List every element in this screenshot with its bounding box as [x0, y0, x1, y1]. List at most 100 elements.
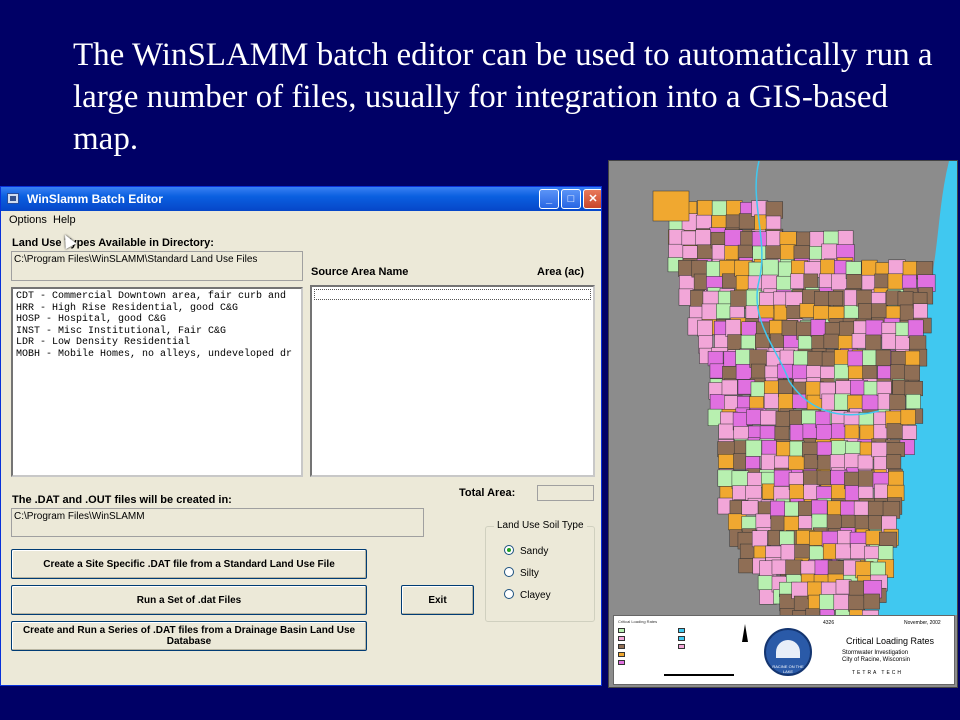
land-use-list[interactable]: CDT - Commercial Downtown area, fair cur… — [11, 287, 303, 477]
map-parcel — [850, 543, 867, 559]
logo-text: RACINE ON THE LAKE — [772, 664, 804, 674]
map-parcel — [828, 291, 844, 306]
window-title: WinSlamm Batch Editor — [27, 192, 163, 206]
radio-clayey[interactable]: Clayey — [504, 589, 551, 601]
output-path: C:\Program Files\WinSLAMM — [11, 508, 424, 537]
radio-silty[interactable]: Silty — [504, 567, 539, 579]
maximize-button[interactable]: □ — [561, 189, 581, 209]
map-parcel — [697, 319, 713, 337]
radio-sandy[interactable]: Sandy — [504, 545, 548, 557]
source-area-name-header: Source Area Name — [311, 266, 409, 278]
map-parcel — [837, 230, 854, 246]
legend-title: Critical Loading Rates — [618, 619, 658, 624]
map-parcel — [693, 273, 709, 292]
map-subtitle-line-1: Stormwater Investigation — [842, 650, 909, 656]
legend-swatch — [678, 628, 685, 633]
map-parcel — [813, 305, 830, 322]
map-parcel — [837, 530, 852, 546]
map-parcel — [745, 439, 762, 457]
radio-sandy-label: Sandy — [520, 546, 549, 557]
map-parcel — [741, 321, 757, 337]
map-parcel — [887, 273, 905, 290]
legend-swatch — [678, 636, 685, 641]
map-parcel — [904, 364, 920, 382]
output-label: The .DAT and .OUT files will be created … — [12, 494, 232, 506]
map-parcel — [863, 593, 880, 610]
map-parcel — [857, 454, 874, 470]
map-parcel — [761, 440, 777, 455]
map-parcel — [820, 259, 835, 275]
land-use-item[interactable]: CDT - Commercial Downtown area, fair cur… — [16, 291, 298, 303]
racine-logo-icon: RACINE ON THE LAKE — [764, 628, 812, 676]
run-set-button[interactable]: Run a Set of .dat Files — [11, 585, 367, 615]
legend-swatch — [678, 644, 685, 649]
map-parcel — [889, 394, 906, 412]
map-parcel — [652, 190, 690, 222]
focus-row — [314, 289, 591, 300]
map-parcel — [907, 319, 924, 339]
total-area-label: Total Area: — [459, 487, 516, 499]
menu-options[interactable]: Options — [9, 214, 47, 226]
menu-help[interactable]: Help — [53, 214, 76, 226]
map-parcel — [751, 200, 769, 217]
land-use-item[interactable]: HOSP - Hospital, good C&G — [16, 314, 298, 326]
map-parcel — [765, 215, 782, 231]
map-parcel — [816, 424, 833, 441]
create-run-series-button[interactable]: Create and Run a Series of .DAT files fr… — [11, 621, 367, 651]
map-parcel — [725, 319, 741, 337]
map-parcel — [865, 334, 882, 352]
map-legend-panel: Critical Loading Rates RACINE ON THE LAK… — [613, 615, 955, 685]
source-area-list[interactable] — [310, 285, 595, 477]
slide-title: The WinSLAMM batch editor can be used to… — [73, 37, 933, 157]
map-parcel — [679, 275, 696, 291]
radio-unchecked-icon — [504, 589, 514, 599]
land-use-item[interactable]: HRR - High Rise Residential, good C&G — [16, 303, 298, 315]
map-parcel — [702, 290, 720, 306]
radio-silty-label: Silty — [520, 568, 539, 579]
map-parcel — [771, 559, 788, 575]
menu-bar: Options Help — [1, 211, 601, 229]
map-parcel — [904, 381, 923, 397]
map-parcel — [847, 350, 865, 368]
map-parcel — [783, 516, 801, 533]
map-subtitle-line-2: City of Racine, Wisconsin — [842, 657, 911, 663]
map-parcel — [737, 244, 754, 260]
radio-unchecked-icon — [504, 567, 514, 577]
map-parcel — [695, 229, 711, 246]
map-parcel — [847, 394, 865, 410]
land-use-item[interactable]: INST - Misc Institutional, Fair C&G — [16, 326, 298, 338]
map-parcel — [900, 409, 916, 425]
map-parcel — [751, 530, 768, 548]
map-parcel — [886, 423, 904, 439]
map-parcel — [792, 364, 808, 380]
close-button[interactable]: ✕ — [583, 189, 601, 209]
soil-type-caption: Land Use Soil Type — [494, 520, 587, 531]
map-parcel — [757, 575, 774, 591]
map-parcel — [718, 423, 735, 440]
land-use-item[interactable]: LDR - Low Density Residential — [16, 337, 298, 349]
exit-button[interactable]: Exit — [401, 585, 474, 615]
map-parcel — [890, 350, 906, 367]
map-parcel — [870, 561, 886, 577]
map-parcel — [717, 469, 735, 487]
map-parcel — [716, 303, 732, 319]
map-code: 4326 — [823, 620, 835, 626]
minimize-button[interactable]: _ — [539, 189, 559, 209]
map-parcel — [831, 273, 848, 291]
map-parcel — [878, 545, 894, 561]
map-parcel — [773, 469, 792, 487]
legend-swatch — [618, 652, 625, 657]
map-title: Critical Loading Rates — [846, 636, 935, 646]
map-date: November, 2002 — [904, 620, 941, 626]
map-parcel — [871, 303, 888, 319]
map-parcel — [848, 594, 865, 612]
map-parcel — [746, 289, 762, 307]
map-parcel — [875, 349, 891, 366]
north-arrow-icon — [742, 624, 748, 642]
map-parcel — [807, 351, 825, 368]
map-parcel — [741, 500, 759, 515]
create-site-dat-button[interactable]: Create a Site Specific .DAT file from a … — [11, 549, 367, 579]
title-bar[interactable]: WinSlamm Batch Editor _ □ ✕ — [1, 187, 601, 211]
map-parcel — [913, 303, 928, 321]
land-use-item[interactable]: MOBH - Mobile Homes, no alleys, undevelo… — [16, 349, 298, 361]
